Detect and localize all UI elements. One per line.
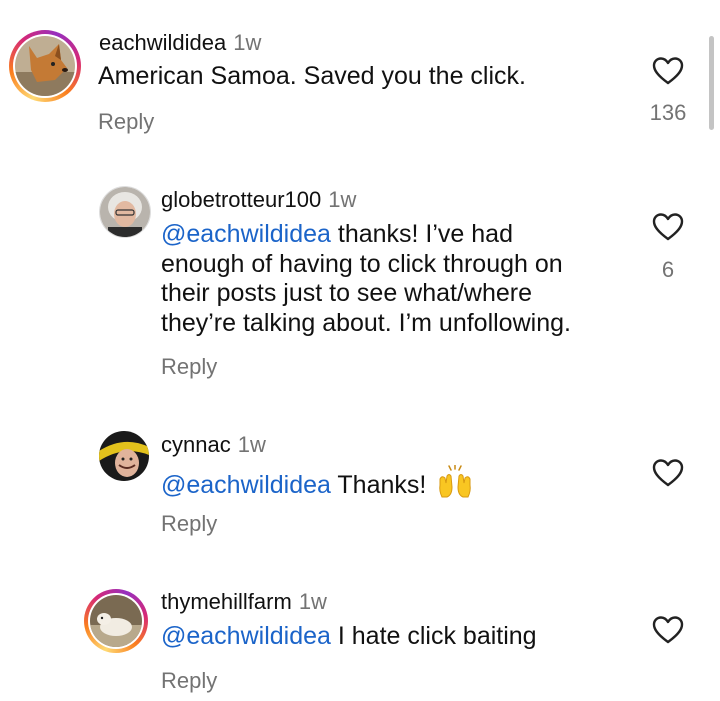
avatar[interactable] xyxy=(90,595,142,647)
username[interactable]: globetrotteur100 xyxy=(161,187,321,212)
scrollbar-thumb[interactable] xyxy=(709,36,714,130)
heart-outline-icon[interactable] xyxy=(652,56,684,86)
avatar[interactable] xyxy=(99,431,149,481)
avatar[interactable] xyxy=(99,186,151,238)
comment-text: American Samoa. Saved you the click. xyxy=(98,62,526,90)
reply-button[interactable]: Reply xyxy=(161,668,217,694)
story-ring[interactable] xyxy=(84,589,148,653)
heart-outline-icon[interactable] xyxy=(652,615,684,645)
comment-text: @eachwildidea thanks! I’ve had enough of… xyxy=(161,220,571,337)
raising-hands-emoji xyxy=(439,465,472,498)
like-count: 6 xyxy=(661,257,675,282)
heart-outline-icon[interactable] xyxy=(652,212,684,242)
like-count: 136 xyxy=(649,100,687,125)
comment-text: @eachwildidea Thanks! xyxy=(161,465,473,501)
timestamp: 1w xyxy=(328,187,357,212)
timestamp: 1w xyxy=(237,432,266,457)
story-ring[interactable] xyxy=(9,30,81,102)
timestamp: 1w xyxy=(298,589,327,614)
reply-button[interactable]: Reply xyxy=(98,109,154,135)
heart-outline-icon[interactable] xyxy=(652,458,684,488)
reply-button[interactable]: Reply xyxy=(161,354,217,380)
mention-link[interactable]: @eachwildidea xyxy=(161,471,331,499)
mention-link[interactable]: @eachwildidea xyxy=(161,220,331,248)
comment-text: @eachwildidea I hate click baiting xyxy=(161,622,537,650)
username[interactable]: eachwildidea xyxy=(99,30,226,55)
timestamp: 1w xyxy=(233,30,262,55)
mention-link[interactable]: @eachwildidea xyxy=(161,622,331,650)
avatar[interactable] xyxy=(15,36,75,96)
username[interactable]: thymehillfarm xyxy=(161,589,292,614)
reply-button[interactable]: Reply xyxy=(161,511,217,537)
username[interactable]: cynnac xyxy=(161,432,231,457)
